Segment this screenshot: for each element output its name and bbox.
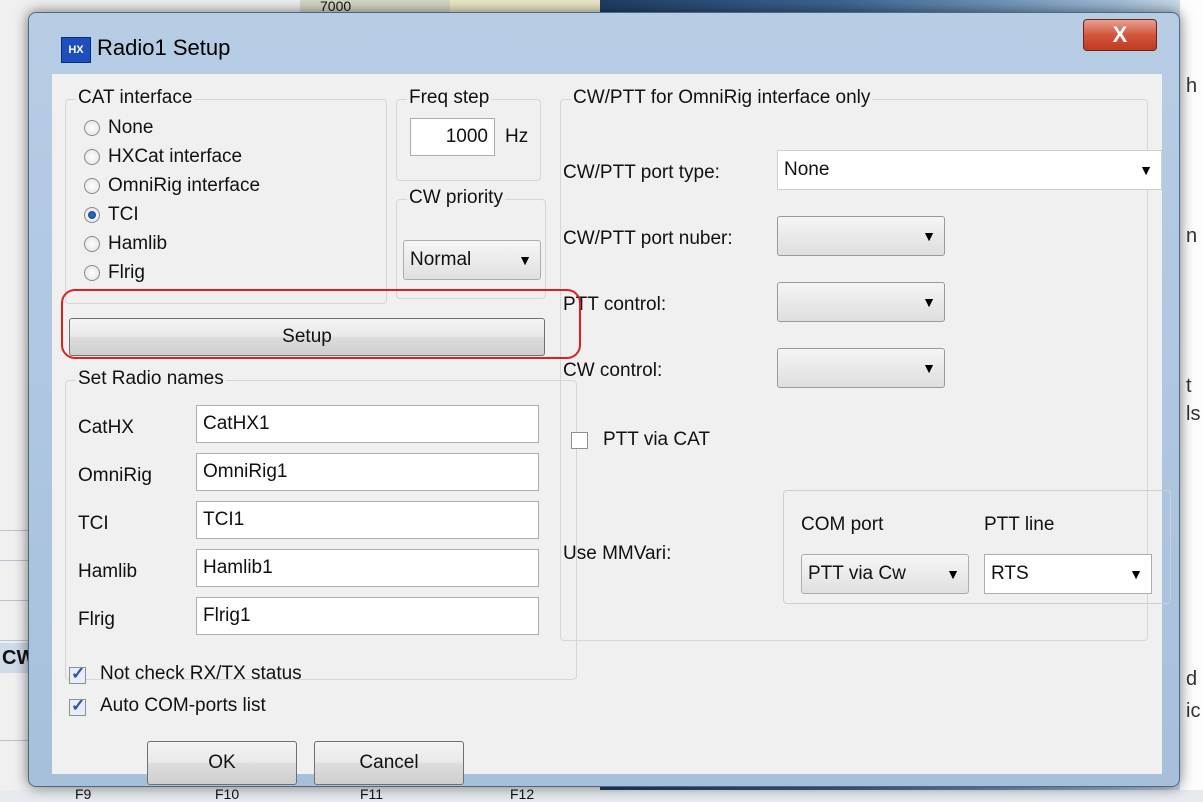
radio-name-input-omnirig[interactable]: OmniRig1 <box>196 453 539 491</box>
cw-priority-legend: CW priority <box>407 187 505 209</box>
cwptt-port-type-label: CW/PTT port type: <box>563 162 720 183</box>
cwptt-port-number-select[interactable]: ▼ <box>777 216 945 256</box>
background-edge-char: ic <box>1186 700 1201 722</box>
radio-name-label-flrig: Flrig <box>78 609 115 630</box>
chevron-down-icon: ▼ <box>1129 566 1143 582</box>
auto-com-ports-checkbox[interactable] <box>69 696 86 716</box>
radio-setup-dialog: HX Radio1 Setup X CAT interface None HXC… <box>28 12 1180 787</box>
cancel-button[interactable]: Cancel <box>314 741 464 785</box>
window-title: Radio1 Setup <box>97 35 231 60</box>
radio-omnirig-label: OmniRig interface <box>108 175 261 196</box>
cw-priority-value: Normal <box>410 249 472 270</box>
cat-interface-legend: CAT interface <box>76 87 195 109</box>
radio-name-input-flrig[interactable]: Flrig1 <box>196 597 539 635</box>
radio-hxcat-label: HXCat interface <box>108 146 243 167</box>
background-f11[interactable]: F11 <box>360 786 383 802</box>
radio-tci-indicator[interactable] <box>84 207 100 223</box>
radio-hxcat-indicator[interactable] <box>84 149 100 165</box>
close-button[interactable]: X <box>1083 19 1157 51</box>
com-port-label: COM port <box>801 514 884 535</box>
cwptt-group: CW/PTT for OmniRig interface only CW/PTT… <box>560 87 1171 641</box>
radio-none-indicator[interactable] <box>84 120 100 136</box>
radio-name-label-hamlib: Hamlib <box>78 561 138 582</box>
background-bottom-bar: F9 F10 F11 F12 <box>0 786 1203 802</box>
ptt-line-select[interactable]: RTS ▼ <box>984 554 1152 594</box>
dialog-client-area: CAT interface None HXCat interface OmniR… <box>52 74 1171 785</box>
radio-tci-label: TCI <box>108 204 139 225</box>
radio-hamlib-indicator[interactable] <box>84 236 100 252</box>
chevron-down-icon: ▼ <box>946 566 960 582</box>
chevron-down-icon: ▼ <box>518 252 532 268</box>
ok-button[interactable]: OK <box>147 741 297 785</box>
cat-interface-group: CAT interface None HXCat interface OmniR… <box>65 87 387 304</box>
radio-flrig-label: Flrig <box>108 262 145 283</box>
radio-hamlib-label: Hamlib <box>108 233 168 254</box>
radio-name-input-tci[interactable]: TCI1 <box>196 501 539 539</box>
radio-flrig[interactable]: Flrig <box>84 259 145 287</box>
com-port-select[interactable]: PTT via Cw ▼ <box>801 554 969 594</box>
chevron-down-icon: ▼ <box>1139 162 1153 178</box>
radio-name-label-tci: TCI <box>78 513 109 534</box>
com-port-value: PTT via Cw <box>808 563 906 584</box>
cwptt-port-type-select[interactable]: None ▼ <box>777 150 1162 190</box>
radio-none[interactable]: None <box>84 114 153 142</box>
cwptt-port-type-value: None <box>784 159 830 180</box>
use-mmvari-label: Use MMVari: <box>563 543 672 564</box>
radio-names-group: Set Radio names CatHX CatHX1 OmniRig Omn… <box>65 368 577 680</box>
background-edge-char: t <box>1186 375 1192 397</box>
ptt-line-label: PTT line <box>984 514 1055 535</box>
ptt-via-cat-checkbox[interactable] <box>571 432 588 449</box>
background-edge-char: n <box>1186 225 1198 247</box>
cw-priority-group: CW priority Normal ▼ <box>396 187 546 299</box>
cw-priority-select[interactable]: Normal ▼ <box>403 240 541 280</box>
setup-highlight-annotation <box>61 289 581 359</box>
ptt-via-cat-label: PTT via CAT <box>603 429 710 450</box>
radio-name-input-hamlib[interactable]: Hamlib1 <box>196 549 539 587</box>
cwptt-port-number-label: CW/PTT port nuber: <box>563 228 733 249</box>
ptt-line-value: RTS <box>991 563 1029 584</box>
radio-none-label: None <box>108 117 154 138</box>
radio-name-label-omnirig: OmniRig <box>78 465 152 486</box>
chevron-down-icon: ▼ <box>922 360 936 376</box>
freq-step-group: Freq step 1000 Hz <box>396 87 541 181</box>
freq-step-input[interactable]: 1000 <box>410 118 495 156</box>
radio-omnirig[interactable]: OmniRig interface <box>84 172 260 200</box>
ptt-control-select[interactable]: ▼ <box>777 282 945 322</box>
cw-control-select[interactable]: ▼ <box>777 348 945 388</box>
freq-step-legend: Freq step <box>407 87 492 109</box>
cw-control-label: CW control: <box>563 360 663 381</box>
radio-name-input-cathx[interactable]: CatHX1 <box>196 405 539 443</box>
auto-com-ports-label: Auto COM-ports list <box>100 695 266 716</box>
background-f12[interactable]: F12 <box>510 786 534 802</box>
chevron-down-icon: ▼ <box>922 228 936 244</box>
mmvari-group: COM port PTT line PTT via Cw ▼ RTS ▼ <box>783 490 1171 604</box>
radio-name-label-cathx: CatHX <box>78 417 134 438</box>
freq-step-unit: Hz <box>505 126 529 147</box>
radio-tci[interactable]: TCI <box>84 201 139 229</box>
title-bar[interactable]: HX Radio1 Setup X <box>29 13 1179 73</box>
background-edge-char: ls <box>1186 403 1201 425</box>
not-check-rxtx-label: Not check RX/TX status <box>100 663 302 684</box>
chevron-down-icon: ▼ <box>922 294 936 310</box>
background-edge-char: h <box>1186 75 1198 97</box>
background-edge-char: d <box>1186 668 1198 690</box>
radio-names-legend: Set Radio names <box>76 368 226 390</box>
radio-hxcat[interactable]: HXCat interface <box>84 143 242 171</box>
radio-hamlib[interactable]: Hamlib <box>84 230 167 258</box>
app-icon: HX <box>61 37 91 63</box>
not-check-rxtx-checkbox[interactable] <box>69 664 86 684</box>
radio-flrig-indicator[interactable] <box>84 265 100 281</box>
background-f10[interactable]: F10 <box>215 786 239 802</box>
radio-omnirig-indicator[interactable] <box>84 178 100 194</box>
background-f9[interactable]: F9 <box>75 786 91 802</box>
cwptt-legend: CW/PTT for OmniRig interface only <box>571 87 873 109</box>
